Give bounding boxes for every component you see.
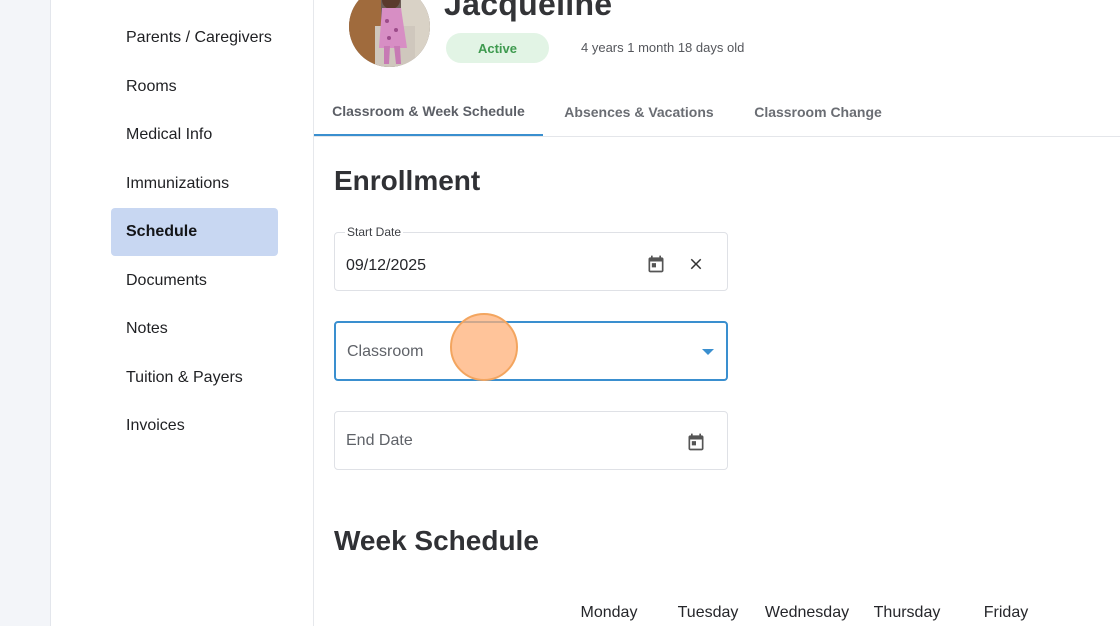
day-header-friday: Friday [983, 604, 1029, 621]
calendar-icon[interactable] [684, 430, 708, 454]
tab-classroom-change[interactable]: Classroom Change [744, 88, 892, 135]
end-date-field[interactable]: End Date [334, 411, 728, 470]
child-age: 4 years 1 month 18 days old [581, 40, 745, 55]
child-photo-icon [349, 0, 430, 67]
status-badge: Active [446, 33, 549, 63]
child-name: Jacqueline [444, 0, 613, 22]
left-gutter [0, 0, 51, 626]
day-header-wednesday: Wednesday [764, 604, 850, 621]
avatar [349, 0, 430, 67]
sidebar-item-schedule[interactable]: Schedule [111, 208, 278, 256]
start-date-value[interactable]: 09/12/2025 [346, 257, 426, 275]
sidebar-item-documents[interactable]: Documents [111, 257, 278, 305]
sidebar: Parents / Caregivers Rooms Medical Info … [51, 0, 314, 626]
close-icon[interactable] [684, 252, 708, 276]
calendar-icon[interactable] [644, 252, 668, 276]
day-header-thursday: Thursday [873, 604, 941, 621]
start-date-field[interactable]: Start Date 09/12/2025 [334, 225, 728, 291]
tab-bar: Classroom & Week Schedule Absences & Vac… [314, 88, 1120, 137]
sidebar-item-notes[interactable]: Notes [111, 305, 278, 353]
sidebar-item-invoices[interactable]: Invoices [111, 402, 278, 450]
classroom-select[interactable]: Classroom [334, 321, 728, 381]
caret-down-icon[interactable] [698, 342, 718, 362]
tab-classroom-week-schedule[interactable]: Classroom & Week Schedule [314, 88, 543, 136]
sidebar-item-tuition-payers[interactable]: Tuition & Payers [111, 354, 278, 402]
week-schedule-title: Week Schedule [334, 525, 539, 556]
child-profile-header: Jacqueline Active 4 years 1 month 18 day… [314, 0, 1120, 137]
sidebar-item-medical-info[interactable]: Medical Info [111, 111, 278, 159]
end-date-placeholder: End Date [346, 432, 413, 449]
sidebar-item-rooms[interactable]: Rooms [111, 63, 278, 111]
tab-absences-vacations[interactable]: Absences & Vacations [552, 88, 726, 135]
sidebar-item-immunizations[interactable]: Immunizations [111, 160, 278, 208]
day-header-monday: Monday [580, 604, 638, 621]
enrollment-title: Enrollment [334, 165, 481, 196]
day-header-tuesday: Tuesday [677, 604, 739, 621]
start-date-label: Start Date [345, 225, 404, 239]
classroom-placeholder: Classroom [347, 343, 424, 360]
sidebar-item-parents-caregivers[interactable]: Parents / Caregivers [111, 14, 278, 62]
